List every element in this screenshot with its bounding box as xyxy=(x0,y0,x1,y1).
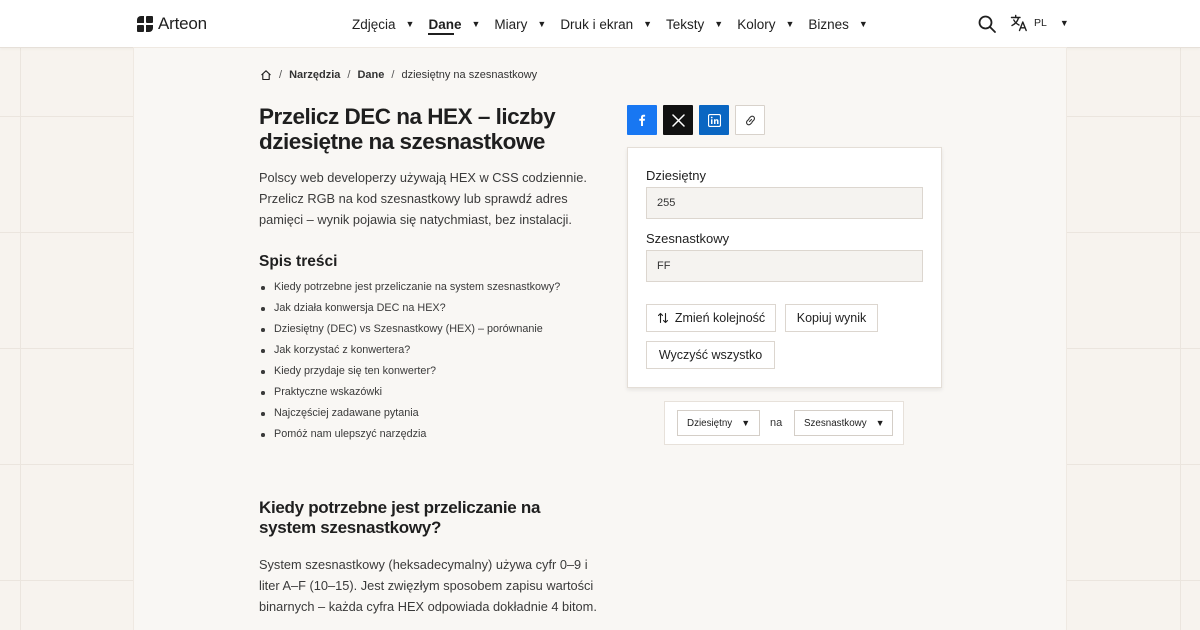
nav-item-biznes[interactable]: Biznes ▼ xyxy=(808,0,867,48)
logo[interactable]: Arteon xyxy=(137,14,207,34)
caret-down-icon: ▼ xyxy=(1059,18,1069,28)
toc-item[interactable]: Jak działa konwersja DEC na HEX? xyxy=(259,298,560,319)
nav-item-druk-i-ekran[interactable]: Druk i ekran ▼ xyxy=(560,0,652,48)
link-icon xyxy=(745,115,755,125)
from-unit-value: Dziesiętny xyxy=(687,417,733,429)
share-linkedin-button[interactable] xyxy=(699,105,729,135)
nav-item-dane[interactable]: Dane ▼ xyxy=(428,0,480,48)
decimal-input[interactable] xyxy=(646,187,923,219)
table-of-contents: Kiedy potrzebne jest przeliczanie na sys… xyxy=(259,277,560,445)
top-header: Arteon Zdjęcia ▼ Dane ▼ Miary ▼ Druk i ekra… xyxy=(0,0,1200,48)
clear-all-label: Wyczyść wszystko xyxy=(658,348,763,362)
swap-button[interactable]: Zmień kolejność xyxy=(646,304,776,332)
section-title: Kiedy potrzebne jest przeliczanie na sys… xyxy=(259,498,541,537)
to-unit-value: Szesnastkowy xyxy=(804,417,867,429)
toc-item[interactable]: Najczęściej zadawane pytania xyxy=(259,403,560,424)
nav-label: Zdjęcia xyxy=(352,16,396,32)
breadcrumb-separator: / xyxy=(391,69,395,81)
nav-label: Teksty xyxy=(666,16,705,32)
toc-item[interactable]: Dziesiętny (DEC) vs Szesnastkowy (HEX) –… xyxy=(259,319,560,340)
share-facebook-button[interactable] xyxy=(627,105,657,135)
nav-label: Biznes xyxy=(808,16,849,32)
intro-text: Polscy web developerzy używają HEX w CSS… xyxy=(259,170,587,227)
swap-button-label: Zmień kolejność xyxy=(674,311,766,325)
copy-link-button[interactable] xyxy=(735,105,765,135)
nav-item-zdjecia[interactable]: Zdjęcia ▼ xyxy=(352,0,414,48)
breadcrumb-item-narzedzia[interactable]: Narzędzia xyxy=(289,69,340,81)
breadcrumb-separator: / xyxy=(279,69,283,81)
page-title: Przelicz DEC na HEX – liczby dziesiętne … xyxy=(259,104,556,154)
language-switcher[interactable]: PL ▼ xyxy=(1010,14,1069,32)
copy-result-label: Kopiuj wynik xyxy=(796,311,867,325)
caret-down-icon: ▼ xyxy=(785,19,795,29)
nav-label: Druk i ekran xyxy=(560,16,634,32)
toc-item[interactable]: Kiedy potrzebne jest przeliczanie na sys… xyxy=(259,277,560,298)
content-card: / Narzędzia / Dane / dziesiętny na szesn… xyxy=(134,48,1066,630)
logo-mark-icon xyxy=(137,16,153,32)
hex-input[interactable] xyxy=(646,250,923,282)
breadcrumb: / Narzędzia / Dane / dziesiętny na szesn… xyxy=(260,69,537,81)
logo-text: Arteon xyxy=(158,14,207,33)
unit-selector: Dziesiętny ▼ na Szesnastkowy ▼ xyxy=(664,401,904,445)
search-button[interactable] xyxy=(977,14,997,34)
caret-down-icon: ▼ xyxy=(858,19,868,29)
caret-down-icon: ▼ xyxy=(537,19,547,29)
share-x-button[interactable] xyxy=(663,105,693,135)
swap-arrows-icon xyxy=(657,312,668,324)
caret-down-icon: ▼ xyxy=(741,418,751,428)
search-icon xyxy=(978,15,996,33)
nav-item-teksty[interactable]: Teksty ▼ xyxy=(666,0,723,48)
share-buttons xyxy=(627,105,765,135)
x-icon xyxy=(671,113,685,127)
toc-title: Spis treści xyxy=(259,253,338,270)
linkedin-icon xyxy=(707,113,721,127)
section-text: System szesnastkowy (heksadecymalny) uży… xyxy=(259,557,597,614)
toc-item[interactable]: Jak korzystać z konwertera? xyxy=(259,340,560,361)
nav-item-kolory[interactable]: Kolory ▼ xyxy=(737,0,794,48)
nav-item-miary[interactable]: Miary ▼ xyxy=(494,0,546,48)
decimal-label: Dziesiętny xyxy=(646,168,706,183)
converter-panel: Dziesiętny Szesnastkowy Zmień kolejność … xyxy=(627,147,942,388)
caret-down-icon: ▼ xyxy=(405,19,415,29)
caret-down-icon: ▼ xyxy=(643,19,653,29)
language-code: PL xyxy=(1034,17,1047,29)
caret-down-icon: ▼ xyxy=(875,418,885,428)
from-unit-select[interactable]: Dziesiętny ▼ xyxy=(677,410,760,436)
translate-icon xyxy=(1010,14,1027,32)
home-icon[interactable] xyxy=(260,69,272,81)
toc-item[interactable]: Kiedy przydaje się ten konwerter? xyxy=(259,361,560,382)
breadcrumb-item-dane[interactable]: Dane xyxy=(357,69,384,81)
copy-result-button[interactable]: Kopiuj wynik xyxy=(785,304,878,332)
hex-label: Szesnastkowy xyxy=(646,231,730,246)
nav-label: Dane xyxy=(428,16,462,32)
toc-item[interactable]: Praktyczne wskazówki xyxy=(259,382,560,403)
breadcrumb-current: dziesiętny na szesnastkowy xyxy=(401,69,538,81)
toc-item[interactable]: Pomóż nam ulepszyć narzędzia xyxy=(259,424,560,445)
caret-down-icon: ▼ xyxy=(471,19,481,29)
main-nav: Zdjęcia ▼ Dane ▼ Miary ▼ Druk i ekran ▼ Teks… xyxy=(352,0,882,48)
clear-all-button[interactable]: Wyczyść wszystko xyxy=(646,341,775,369)
facebook-icon xyxy=(639,114,646,126)
unit-connector: na xyxy=(770,417,783,429)
nav-label: Kolory xyxy=(737,16,776,32)
breadcrumb-separator: / xyxy=(347,69,351,81)
nav-label: Miary xyxy=(494,16,528,32)
caret-down-icon: ▼ xyxy=(714,19,724,29)
to-unit-select[interactable]: Szesnastkowy ▼ xyxy=(794,410,893,436)
